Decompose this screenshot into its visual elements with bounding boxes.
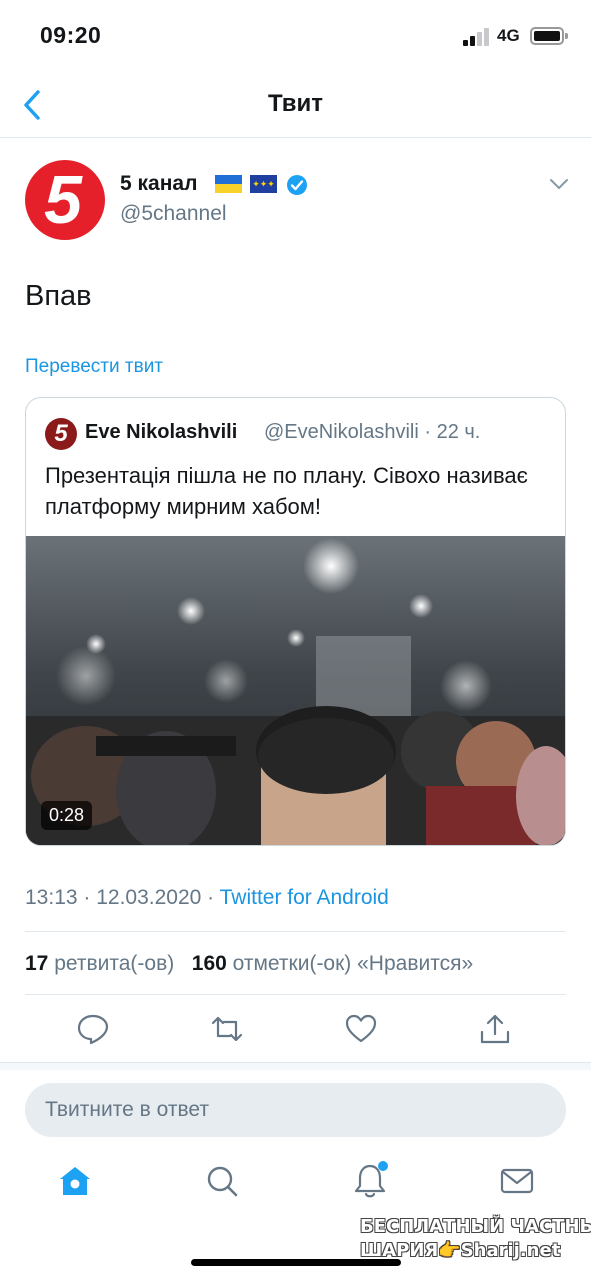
quoted-tweet-text: Презентація пішла не по плану. Сівохо на…: [45, 463, 528, 519]
author-handle[interactable]: @5channel: [120, 202, 227, 226]
page-title: Твит: [267, 90, 323, 117]
video-thumbnail[interactable]: 0:28: [26, 536, 565, 845]
translate-tweet-link[interactable]: Перевести твит: [25, 356, 163, 378]
divider: [25, 931, 566, 932]
author-avatar[interactable]: 5: [25, 160, 105, 240]
retweet-label: ретвита(-ов): [54, 952, 175, 975]
retweet-icon[interactable]: [210, 1012, 244, 1046]
navigation-bar: Твит: [0, 72, 591, 138]
author-name[interactable]: 5 канал: [120, 172, 197, 196]
quoted-author-handle: @EveNikolashvili · 22 ч.: [264, 421, 481, 443]
reply-input[interactable]: Твитните в ответ: [25, 1083, 566, 1137]
battery-icon: [530, 27, 568, 45]
likes-stat[interactable]: 160 отметки(-ок) «Нравится»: [192, 952, 473, 975]
reply-icon[interactable]: [76, 1012, 110, 1046]
video-duration: 0:28: [41, 801, 93, 830]
mail-icon[interactable]: [498, 1162, 536, 1200]
divider: [25, 994, 566, 995]
quoted-tweet-card[interactable]: 5 Eve Nikolashvili @EveNikolashvili · 22…: [25, 397, 566, 846]
tweet-text: Впав: [25, 280, 92, 312]
reply-placeholder: Твитните в ответ: [45, 1098, 209, 1121]
like-label: отметки(-ок) «Нравится»: [232, 952, 474, 975]
retweet-count: 17: [25, 952, 49, 975]
tweet-source-link[interactable]: Twitter for Android: [220, 886, 389, 909]
heart-icon[interactable]: [344, 1012, 378, 1046]
engagement-stats: 17 ретвита(-ов) 160 отметки(-ок) «Нравит…: [25, 952, 473, 976]
network-type: 4G: [497, 26, 520, 45]
watermark-line-1: БЕСПЛАТНЫЙ ЧАСТНЫЙ: [360, 1216, 591, 1237]
section-separator: [0, 1062, 591, 1070]
retweets-stat[interactable]: 17 ретвита(-ов): [25, 952, 174, 975]
status-time: 09:20: [40, 22, 102, 48]
like-count: 160: [191, 952, 227, 975]
video-frame-image: [26, 536, 565, 845]
ukraine-flag-icon: [215, 175, 242, 193]
share-icon[interactable]: [478, 1012, 512, 1046]
signal-strength-icon: [463, 28, 491, 46]
search-icon[interactable]: [203, 1162, 241, 1200]
eu-flag-icon: ✦✦✦: [250, 175, 277, 193]
watermark: БЕСПЛАТНЫЙ ЧАСТНЫЙ ШАРИЯ👉Sharij.net: [360, 1215, 591, 1263]
notification-dot: [378, 1161, 388, 1171]
tweet-timestamp: 13:13 · 12.03.2020 · Twitter for Android: [25, 886, 389, 910]
channel-logo: 5: [44, 162, 82, 238]
quoted-author-name: Eve Nikolashvili: [85, 421, 238, 443]
chevron-down-icon[interactable]: [548, 176, 570, 192]
home-icon[interactable]: [56, 1162, 94, 1200]
status-bar: 09:20 4G: [0, 0, 591, 72]
quoted-avatar-logo: 5: [54, 420, 68, 447]
verified-badge-icon: [287, 175, 307, 195]
quoted-author-avatar: 5: [45, 418, 77, 450]
home-indicator[interactable]: [191, 1259, 401, 1266]
timestamp-text: 13:13 · 12.03.2020 ·: [25, 886, 220, 909]
